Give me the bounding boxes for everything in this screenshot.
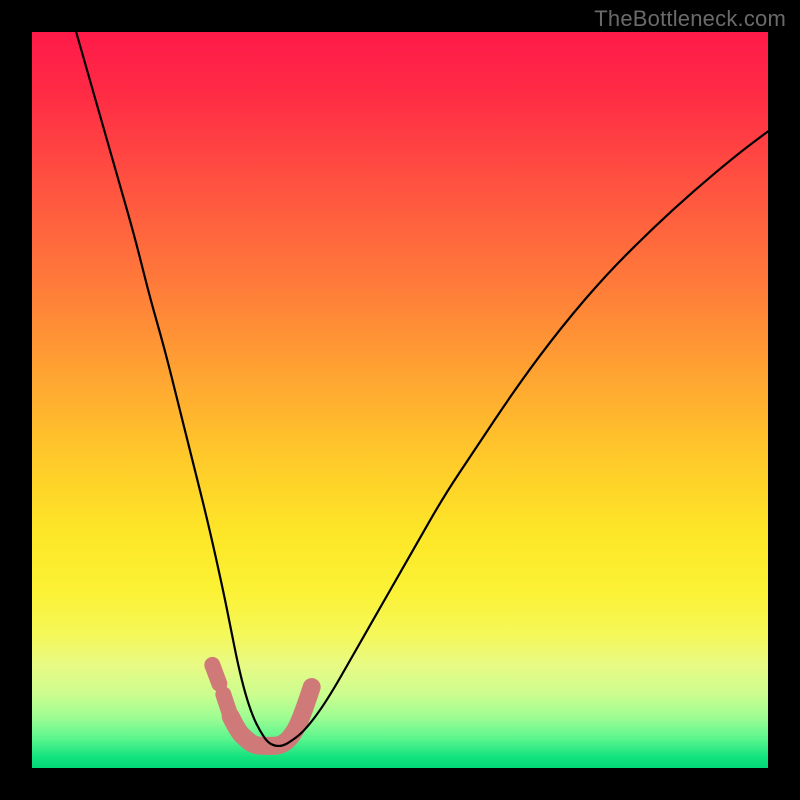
highlight-trough bbox=[231, 687, 312, 746]
bottleneck-curve bbox=[76, 32, 768, 746]
chart-svg bbox=[32, 32, 768, 768]
highlight-dab bbox=[223, 694, 229, 713]
watermark-text: TheBottleneck.com bbox=[594, 6, 786, 32]
outer-frame: TheBottleneck.com bbox=[0, 0, 800, 800]
highlight-dab bbox=[212, 665, 219, 684]
plot-area bbox=[32, 32, 768, 768]
